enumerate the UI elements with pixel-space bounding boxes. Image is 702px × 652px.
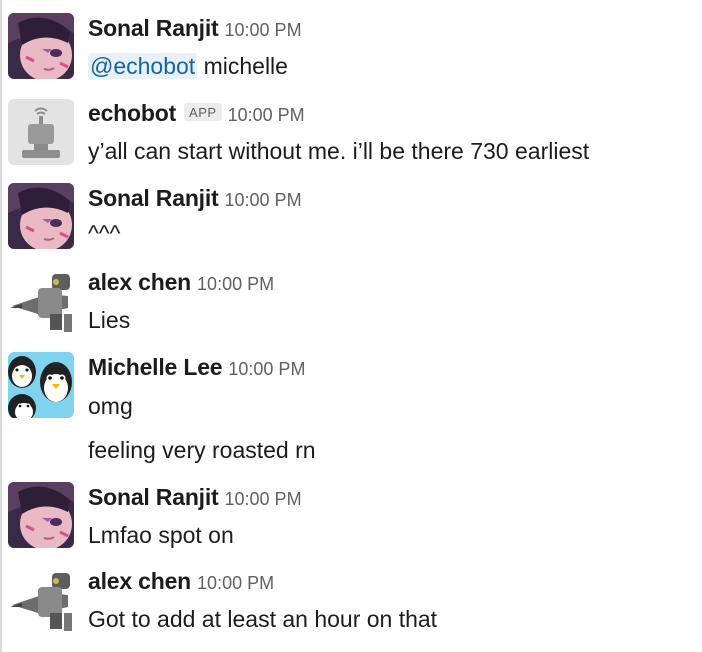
timestamp[interactable]: 10:00 PM [225,20,302,40]
message-header: echobot APP 10:00 PM [88,102,305,125]
message-list[interactable]: Sonal Ranjit 10:00 PM @echobot michelle e… [0,0,702,652]
author-name[interactable]: alex chen [88,568,191,594]
author-name[interactable]: Sonal Ranjit [88,185,219,211]
user-mention[interactable]: @echobot [88,53,198,79]
timestamp[interactable]: 10:00 PM [228,359,305,379]
author-name[interactable]: echobot [88,100,176,126]
message-header: alex chen 10:00 PM [88,271,274,294]
penguin-avatar [8,352,74,418]
message-text-rest: michelle [197,53,288,79]
timestamp[interactable]: 10:00 PM [225,190,302,210]
message-header: Sonal Ranjit 10:00 PM [88,17,302,40]
author-name[interactable]: Sonal Ranjit [88,484,219,510]
message-text: Lmfao spot on [88,522,234,548]
app-badge: APP [184,103,222,121]
message-header: alex chen 10:00 PM [88,570,274,593]
message-text: ^^^ [88,220,121,246]
author-name[interactable]: alex chen [88,269,191,295]
message-text: @echobot michelle [88,53,288,79]
message-text: Got to add at least an hour on that [88,606,438,632]
anime-character-avatar [8,482,74,548]
armored-character-avatar [8,268,74,334]
message-header: Sonal Ranjit 10:00 PM [88,486,302,509]
message-text: y’all can start without me. i’ll be ther… [88,138,590,164]
timestamp[interactable]: 10:00 PM [225,489,302,509]
avatar-sonal-ranjit[interactable] [8,183,74,249]
author-name[interactable]: Sonal Ranjit [88,15,219,41]
avatar-echobot[interactable] [8,99,74,165]
timestamp[interactable]: 10:00 PM [197,274,274,294]
message-continuation: feeling very roasted rn [88,437,316,463]
avatar-sonal-ranjit[interactable] [8,13,74,79]
avatar-alex-chen[interactable] [8,567,74,633]
robot-icon [8,99,74,165]
message-text: Lies [88,307,131,333]
author-name[interactable]: Michelle Lee [88,354,223,380]
timestamp[interactable]: 10:00 PM [228,105,305,125]
timestamp[interactable]: 10:00 PM [197,573,274,593]
avatar-sonal-ranjit[interactable] [8,482,74,548]
message-header: Sonal Ranjit 10:00 PM [88,187,302,210]
avatar-alex-chen[interactable] [8,268,74,334]
message-header: Michelle Lee 10:00 PM [88,356,305,379]
armored-character-avatar [8,567,74,633]
anime-character-avatar [8,13,74,79]
message-text: omg [88,393,133,419]
anime-character-avatar [8,183,74,249]
avatar-michelle-lee[interactable] [8,352,74,418]
